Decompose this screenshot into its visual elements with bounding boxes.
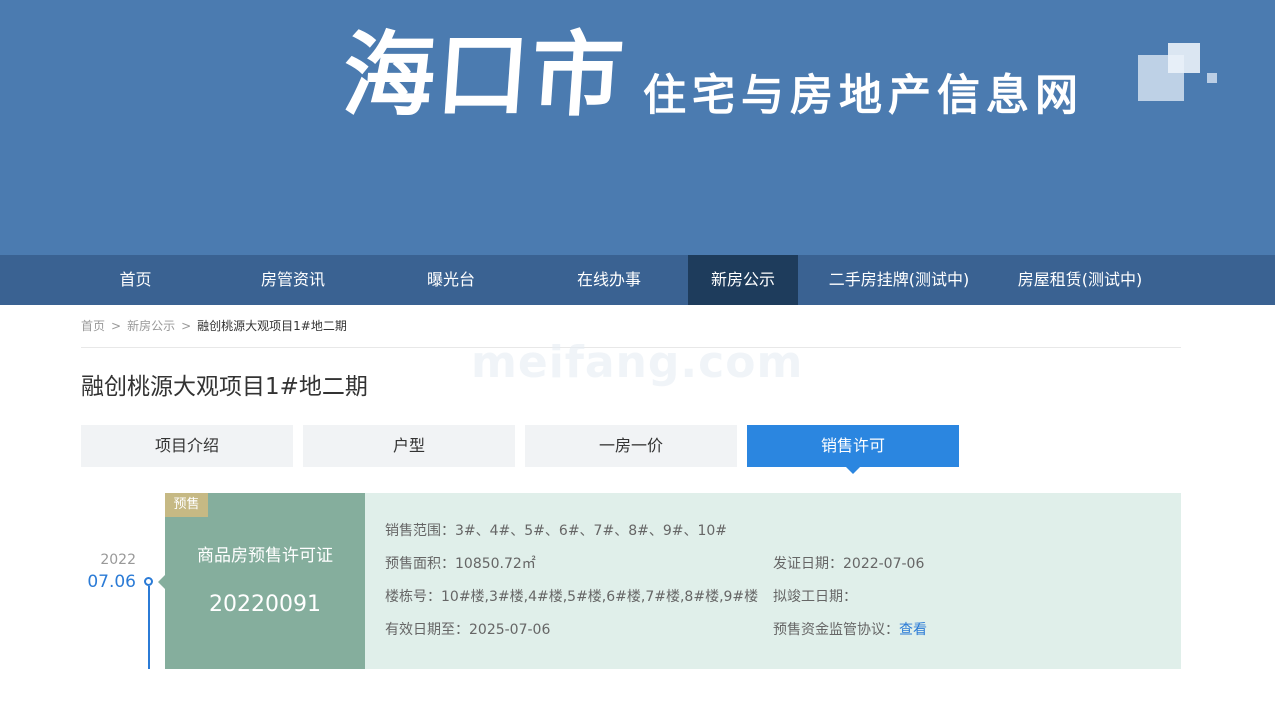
sale-range-label: 销售范围： <box>385 523 455 539</box>
tab-project-intro[interactable]: 项目介绍 <box>81 425 293 467</box>
tab-sales-permit[interactable]: 销售许可 <box>747 425 959 474</box>
valid-until-value: 2025-07-06 <box>469 622 551 638</box>
presale-area: 预售面积：10850.72㎡ <box>385 552 773 585</box>
breadcrumb-section[interactable]: 新房公示 <box>127 305 175 347</box>
detail-row: 销售范围：3#、4#、5#、6#、7#、8#、9#、10# <box>385 519 1181 552</box>
breadcrumb-separator: > <box>181 319 192 333</box>
valid-until-label: 有效日期至： <box>385 622 469 638</box>
project-tabs: 项目介绍 户型 一房一价 销售许可 <box>81 425 1181 474</box>
presale-area-label: 预售面积： <box>385 556 455 572</box>
nav-item-new-homes[interactable]: 新房公示 <box>688 255 798 305</box>
watermark: meifang.com <box>471 337 804 388</box>
permit-summary-card: 预售 商品房预售许可证 20220091 <box>158 493 365 669</box>
nav-item-online-service[interactable]: 在线办事 <box>530 255 688 305</box>
completion-date: 拟竣工日期： <box>773 585 1173 618</box>
tab-unit-prices[interactable]: 一房一价 <box>525 425 737 467</box>
nav-item-exposure[interactable]: 曝光台 <box>372 255 530 305</box>
presale-area-value: 10850.72㎡ <box>455 556 536 572</box>
card-pointer <box>158 575 165 589</box>
valid-until: 有效日期至：2025-07-06 <box>385 618 773 651</box>
tab-floor-plans[interactable]: 户型 <box>303 425 515 467</box>
site-logo: 海口市 住宅与房地产信息网 <box>339 22 1085 129</box>
permit-number: 20220091 <box>209 592 321 617</box>
nav-item-news[interactable]: 房管资讯 <box>214 255 372 305</box>
timeline-date: 2022 07.06 <box>76 551 136 593</box>
banner-decoration-square <box>1207 73 1217 83</box>
timeline-day: 07.06 <box>87 572 136 592</box>
presale-badge: 预售 <box>165 493 208 517</box>
breadcrumb-separator: > <box>111 319 122 333</box>
permit-details: 销售范围：3#、4#、5#、6#、7#、8#、9#、10# 预售面积：10850… <box>365 493 1181 669</box>
timeline-line <box>148 586 150 669</box>
completion-label: 拟竣工日期： <box>773 589 857 605</box>
permit-entry: 2022 07.06 预售 商品房预售许可证 20220091 销售范围：3#、… <box>81 493 1181 669</box>
sale-range-value: 3#、4#、5#、6#、7#、8#、9#、10# <box>455 523 728 539</box>
site-banner: 海口市 住宅与房地产信息网 <box>0 0 1275 255</box>
sale-range: 销售范围：3#、4#、5#、6#、7#、8#、9#、10# <box>385 519 773 552</box>
banner-decoration-square <box>1168 43 1200 73</box>
fund-agreement-link[interactable]: 查看 <box>899 622 927 638</box>
nav-item-rental[interactable]: 房屋租赁(测试中) <box>1000 255 1160 305</box>
fund-agreement: 预售资金监管协议：查看 <box>773 618 1173 651</box>
detail-row: 有效日期至：2025-07-06 预售资金监管协议：查看 <box>385 618 1181 651</box>
main-content: 首页 > 新房公示 > 融创桃源大观项目1#地二期 meifang.com 融创… <box>81 305 1181 669</box>
nav-item-resale[interactable]: 二手房挂牌(测试中) <box>798 255 1000 305</box>
breadcrumb-current: 融创桃源大观项目1#地二期 <box>197 319 347 333</box>
timeline-year: 2022 <box>100 552 136 568</box>
banner-city-name: 海口市 <box>339 22 629 129</box>
detail-row: 楼栋号：10#楼,3#楼,4#楼,5#楼,6#楼,7#楼,8#楼,9#楼 拟竣工… <box>385 585 1181 618</box>
banner-subtitle: 住宅与房地产信息网 <box>643 71 1085 121</box>
building-numbers: 楼栋号：10#楼,3#楼,4#楼,5#楼,6#楼,7#楼,8#楼,9#楼 <box>385 585 773 618</box>
issue-date: 发证日期：2022-07-06 <box>773 552 1173 585</box>
detail-row: 预售面积：10850.72㎡ 发证日期：2022-07-06 <box>385 552 1181 585</box>
main-nav: 首页 房管资讯 曝光台 在线办事 新房公示 二手房挂牌(测试中) 房屋租赁(测试… <box>0 255 1275 305</box>
issue-date-value: 2022-07-06 <box>843 556 925 572</box>
breadcrumb-home[interactable]: 首页 <box>81 305 105 347</box>
issue-date-label: 发证日期： <box>773 556 843 572</box>
timeline-dot <box>144 577 153 586</box>
permit-type: 商品房预售许可证 <box>197 546 333 566</box>
nav-item-home[interactable]: 首页 <box>57 255 214 305</box>
fund-agreement-label: 预售资金监管协议： <box>773 622 899 638</box>
building-value: 10#楼,3#楼,4#楼,5#楼,6#楼,7#楼,8#楼,9#楼 <box>441 589 759 605</box>
building-label: 楼栋号： <box>385 589 441 605</box>
